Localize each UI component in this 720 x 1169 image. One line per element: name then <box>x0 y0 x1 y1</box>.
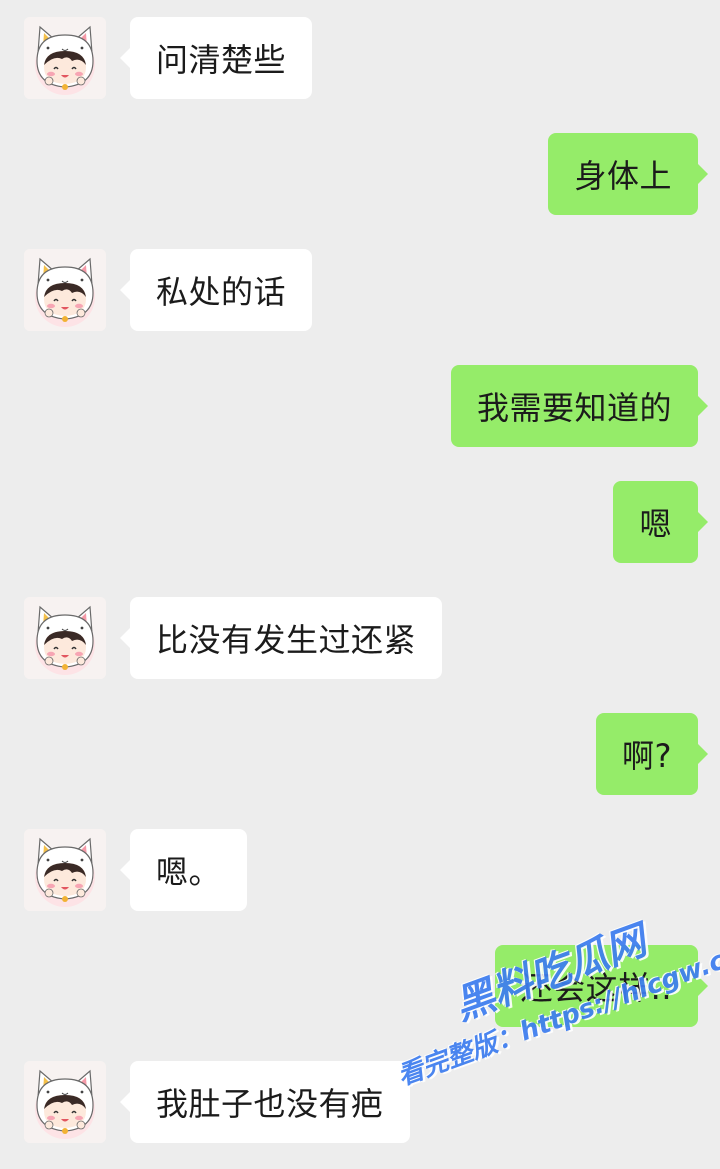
message-bubble-outgoing[interactable]: 身体上 <box>548 133 708 215</box>
message-text: 嗯 <box>639 505 672 543</box>
message-text: 嗯。 <box>156 853 222 891</box>
message-bubble-incoming[interactable]: 我肚子也没有疤 <box>120 1061 410 1143</box>
message-row-incoming: 私处的话 <box>0 249 720 333</box>
contact-avatar[interactable] <box>24 17 106 99</box>
message-bubble-outgoing[interactable]: 嗯 <box>613 481 708 563</box>
message-text: 比没有发生过还紧 <box>156 621 417 659</box>
contact-avatar[interactable] <box>24 597 106 679</box>
chat-view: 问清楚些 身体上 私处的话 我需要知道的 嗯 比没有发生过还紧 啊? 嗯。 还会… <box>0 0 720 1169</box>
message-row-outgoing: 嗯 <box>0 481 720 565</box>
message-text: 私处的话 <box>156 273 287 311</box>
message-text: 啊? <box>622 737 672 775</box>
message-bubble-outgoing[interactable]: 还会这样.. <box>494 945 709 1027</box>
message-row-incoming: 问清楚些 <box>0 17 720 101</box>
message-row-outgoing: 身体上 <box>0 133 720 217</box>
contact-avatar[interactable] <box>24 829 106 911</box>
message-bubble-outgoing[interactable]: 我需要知道的 <box>450 365 709 447</box>
message-row-outgoing: 啊? <box>0 713 720 797</box>
message-text: 问清楚些 <box>156 41 287 79</box>
message-bubble-incoming[interactable]: 私处的话 <box>119 249 313 331</box>
message-bubble-incoming[interactable]: 问清楚些 <box>119 17 313 99</box>
message-row-outgoing: 我需要知道的 <box>0 365 720 449</box>
message-text: 还会这样.. <box>520 969 672 1007</box>
message-row-incoming: 比没有发生过还紧 <box>0 597 720 681</box>
message-text: 我肚子也没有疤 <box>156 1085 384 1123</box>
message-text: 身体上 <box>574 157 672 195</box>
message-bubble-incoming[interactable]: 嗯。 <box>119 829 248 911</box>
message-row-incoming: 嗯。 <box>0 829 720 913</box>
contact-avatar[interactable] <box>24 249 106 331</box>
message-bubble-outgoing[interactable]: 啊? <box>596 713 708 795</box>
contact-avatar[interactable] <box>24 1061 106 1143</box>
message-row-outgoing: 还会这样.. <box>0 945 720 1029</box>
message-row-incoming: 我肚子也没有疤 <box>0 1061 720 1145</box>
message-bubble-incoming[interactable]: 比没有发生过还紧 <box>119 597 443 679</box>
message-text: 我需要知道的 <box>476 389 672 427</box>
